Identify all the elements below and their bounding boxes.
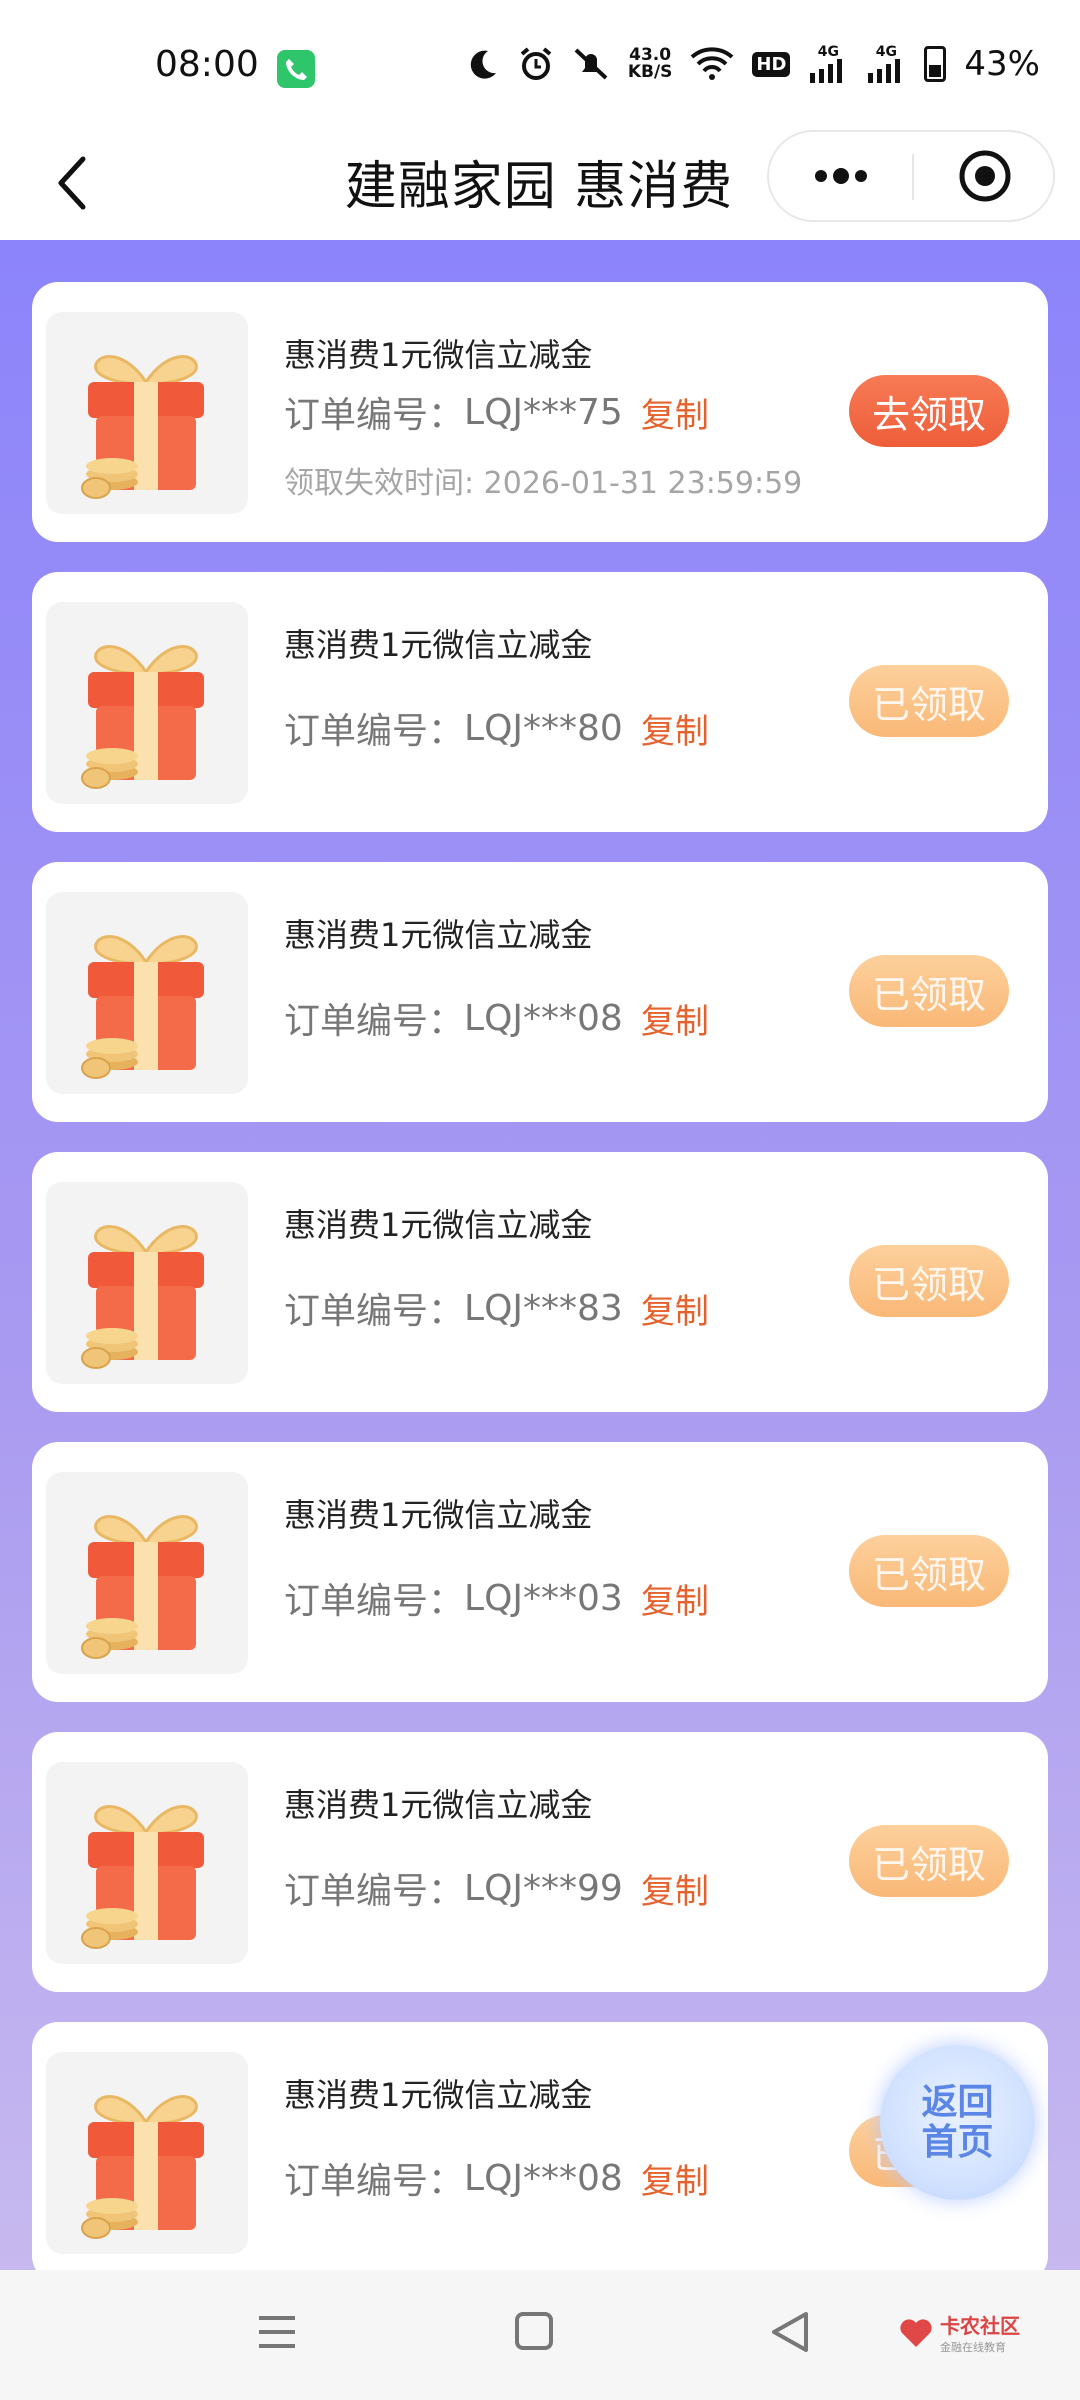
order-row: 订单编号： LQJ***08 复制 bbox=[284, 2152, 709, 2204]
coupon-card: 惠消费1元微信立减金 订单编号： LQJ***75 复制 领取失效时间: 202… bbox=[32, 282, 1048, 542]
claim-button[interactable]: 已领取 bbox=[849, 1535, 1009, 1607]
copy-button[interactable]: 复制 bbox=[641, 2154, 709, 2203]
order-label: 订单编号： bbox=[284, 395, 465, 436]
order-label: 订单编号： bbox=[284, 711, 465, 752]
home-square-icon[interactable] bbox=[515, 2312, 553, 2350]
gift-box-icon bbox=[46, 2052, 248, 2254]
coupon-title: 惠消费1元微信立减金 bbox=[284, 1786, 593, 1824]
order-number: LQJ***75 bbox=[464, 391, 623, 433]
moon-icon bbox=[466, 47, 500, 81]
signal-label-1: 4G bbox=[817, 44, 840, 60]
return-home-line2: 首页 bbox=[921, 2121, 994, 2163]
menu-icon[interactable] bbox=[255, 2310, 299, 2354]
mini-program-capsule bbox=[767, 130, 1055, 222]
order-label: 订单编号： bbox=[284, 1001, 465, 1042]
coupon-card: 惠消费1元微信立减金 订单编号： LQJ***03 复制 已领取 bbox=[32, 1442, 1048, 1702]
back-triangle-icon[interactable] bbox=[770, 2310, 810, 2354]
order-label: 订单编号： bbox=[284, 1291, 465, 1332]
battery-icon bbox=[924, 46, 947, 82]
claim-button[interactable]: 已领取 bbox=[849, 955, 1009, 1027]
order-label: 订单编号： bbox=[284, 1871, 465, 1912]
gift-box-icon bbox=[46, 1472, 248, 1674]
claim-button[interactable]: 已领取 bbox=[849, 665, 1009, 737]
copy-button[interactable]: 复制 bbox=[641, 388, 709, 437]
page-title-text: 建融家园 惠消费 bbox=[344, 157, 734, 217]
coupon-title: 惠消费1元微信立减金 bbox=[284, 1496, 593, 1534]
coupon-title: 惠消费1元微信立减金 bbox=[284, 916, 593, 954]
order-number: LQJ***03 bbox=[464, 1577, 623, 1619]
claim-button[interactable]: 已领取 bbox=[849, 1245, 1009, 1317]
coupon-card: 惠消费1元微信立减金 订单编号： LQJ***80 复制 已领取 bbox=[32, 572, 1048, 832]
battery-percent: 43% bbox=[964, 44, 1040, 84]
return-home-line1: 返回 bbox=[921, 2081, 994, 2123]
more-dots-icon[interactable] bbox=[769, 132, 912, 220]
copy-button[interactable]: 复制 bbox=[641, 1284, 709, 1333]
coupon-list: 惠消费1元微信立减金 订单编号： LQJ***75 复制 领取失效时间: 202… bbox=[0, 240, 1080, 2270]
copy-button[interactable]: 复制 bbox=[641, 704, 709, 753]
gift-box-icon bbox=[46, 892, 248, 1094]
wifi-icon bbox=[690, 47, 734, 81]
signal-label-2: 4G bbox=[875, 44, 898, 60]
status-time: 08:00 bbox=[155, 44, 259, 85]
gift-box-icon bbox=[46, 312, 248, 514]
mute-icon bbox=[572, 46, 610, 82]
watermark-logo: 卡农社区 金融在线教育 bbox=[898, 2310, 1020, 2355]
watermark-heart-icon bbox=[900, 2318, 932, 2347]
order-number: LQJ***83 bbox=[464, 1287, 623, 1329]
watermark-main-text: 卡农社区 bbox=[940, 2314, 1020, 2338]
order-row: 订单编号： LQJ***03 复制 bbox=[284, 1572, 709, 1624]
coupon-title: 惠消费1元微信立减金 bbox=[284, 626, 593, 664]
order-label: 订单编号： bbox=[284, 1581, 465, 1622]
copy-button[interactable]: 复制 bbox=[641, 1574, 709, 1623]
system-nav-bar: 卡农社区 金融在线教育 bbox=[0, 2270, 1080, 2400]
coupon-title: 惠消费1元微信立减金 bbox=[284, 2076, 593, 2114]
watermark-sub-text: 金融在线教育 bbox=[940, 2341, 1006, 2354]
title-bar: 建融家园 惠消费 bbox=[0, 130, 1080, 240]
coupon-card: 惠消费1元微信立减金 订单编号： LQJ***99 复制 已领取 bbox=[32, 1732, 1048, 1992]
claim-button[interactable]: 已领取 bbox=[849, 1825, 1009, 1897]
close-target-icon[interactable] bbox=[914, 132, 1055, 220]
copy-button[interactable]: 复制 bbox=[641, 1864, 709, 1913]
order-label: 订单编号： bbox=[284, 2161, 465, 2202]
net-speed: 43.0 KB/S bbox=[628, 47, 673, 81]
gift-box-icon bbox=[46, 602, 248, 804]
coupon-title: 惠消费1元微信立减金 bbox=[284, 1206, 593, 1244]
alarm-icon bbox=[518, 46, 554, 82]
expire-time: 领取失效时间: 2026-01-31 23:59:59 bbox=[284, 466, 803, 501]
status-bar: 08:00 43.0 KB/S HD 4G 4G 43% bbox=[0, 0, 1080, 130]
coupon-title: 惠消费1元微信立减金 bbox=[284, 336, 593, 374]
coupon-card: 惠消费1元微信立减金 订单编号： LQJ***08 复制 已领取 bbox=[32, 862, 1048, 1122]
order-row: 订单编号： LQJ***08 复制 bbox=[284, 992, 709, 1044]
order-number: LQJ***80 bbox=[464, 707, 623, 749]
coupon-card: 惠消费1元微信立减金 订单编号： LQJ***83 复制 已领取 bbox=[32, 1152, 1048, 1412]
order-row: 订单编号： LQJ***75 复制 bbox=[284, 386, 709, 438]
order-number: LQJ***08 bbox=[464, 997, 623, 1039]
net-speed-unit: KB/S bbox=[627, 62, 673, 82]
return-home-button[interactable]: 返回 首页 bbox=[880, 2045, 1035, 2200]
order-row: 订单编号： LQJ***80 复制 bbox=[284, 702, 709, 754]
gift-box-icon bbox=[46, 1762, 248, 1964]
gift-box-icon bbox=[46, 1182, 248, 1384]
hd-icon: HD bbox=[752, 51, 791, 77]
signal-icon-2: 4G bbox=[866, 45, 906, 83]
order-row: 订单编号： LQJ***99 复制 bbox=[284, 1862, 709, 1914]
signal-icon: 4G bbox=[808, 45, 848, 83]
copy-button[interactable]: 复制 bbox=[641, 994, 709, 1043]
order-number: LQJ***08 bbox=[464, 2157, 623, 2199]
claim-button[interactable]: 去领取 bbox=[849, 375, 1009, 447]
order-row: 订单编号： LQJ***83 复制 bbox=[284, 1282, 709, 1334]
phone-call-icon bbox=[277, 50, 315, 88]
order-number: LQJ***99 bbox=[464, 1867, 623, 1909]
